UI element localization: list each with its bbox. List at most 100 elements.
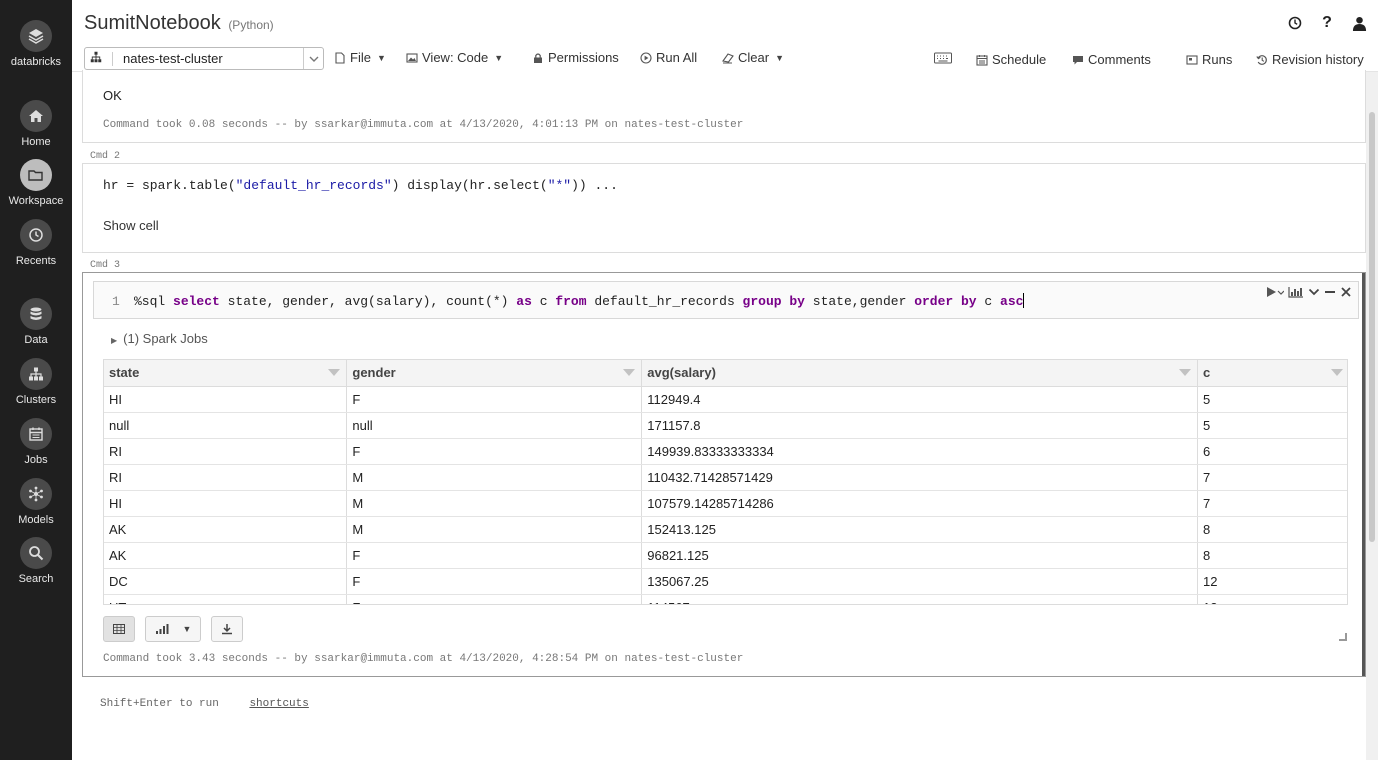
table-cell: 149939.83333333334 [641, 438, 1199, 465]
caret-down-icon[interactable]: ▼ [183, 624, 192, 634]
clusters-icon [20, 358, 52, 390]
play-circle-icon [640, 51, 652, 64]
table-cell: M [346, 490, 643, 517]
line-number: 1 [112, 294, 120, 309]
table-cell: 5 [1197, 412, 1347, 439]
table-cell: 8 [1197, 542, 1347, 569]
table-cell: RI [104, 438, 348, 465]
code-fragment: c [976, 294, 1001, 309]
header-icons: ? [1286, 14, 1368, 32]
download-icon [222, 624, 232, 635]
code-fragment: ) display(hr.select( [391, 178, 548, 193]
table-view-button[interactable] [103, 616, 135, 642]
run-all-button[interactable]: Run All [640, 50, 697, 65]
table-cell: 6 [1197, 438, 1347, 465]
sidebar-item-home[interactable]: Home [0, 100, 72, 148]
chevron-down-icon[interactable] [303, 48, 323, 69]
divider [112, 51, 113, 66]
page-scrollbar[interactable] [1366, 72, 1378, 760]
view-menu-label: View: Code [422, 50, 489, 65]
notebook-header: SumitNotebook (Python) ? nates-test-clus… [72, 0, 1378, 72]
file-menu[interactable]: File ▼ [334, 50, 386, 65]
table-row: AK M 152413.125 8 [104, 516, 1347, 543]
cell-actions [1266, 286, 1352, 302]
revision-history-label: Revision history [1272, 52, 1364, 67]
command-took: Command took 0.08 seconds -- by ssarkar@… [103, 119, 744, 131]
table-row: HI F 112949.4 5 [104, 386, 1347, 413]
sort-caret-icon[interactable] [1179, 369, 1192, 376]
keyboard-icon [934, 52, 952, 67]
command-cell-1[interactable]: OK Command took 0.08 seconds -- by ssark… [82, 70, 1366, 143]
sidebar-item-label: Recents [15, 255, 57, 267]
resize-handle-icon[interactable] [1339, 633, 1347, 641]
sidebar-item-workspace[interactable]: Workspace [0, 159, 72, 207]
sql-code[interactable]: %sql select state, gender, avg(salary), … [134, 293, 1025, 309]
table-row: RI M 110432.71428571429 7 [104, 464, 1347, 491]
cluster-selector[interactable]: nates-test-cluster [84, 47, 324, 70]
keyboard-shortcuts-button[interactable] [934, 52, 952, 67]
scrollbar-thumb[interactable] [1369, 112, 1375, 542]
run-cell-icon[interactable] [1266, 286, 1285, 302]
column-header-avg-salary[interactable]: avg(salary) [641, 360, 1199, 387]
shortcuts-link[interactable]: shortcuts [249, 698, 308, 710]
help-icon[interactable]: ? [1318, 14, 1336, 32]
revision-history-button[interactable]: Revision history [1256, 52, 1364, 67]
clock-icon [20, 219, 52, 251]
clear-menu-label: Clear [738, 50, 770, 65]
download-button[interactable] [211, 616, 243, 642]
cmd-label: Cmd 3 [90, 260, 121, 271]
table-cell: 12 [1197, 594, 1347, 604]
command-cell-2[interactable]: hr = spark.table("default_hr_records") d… [82, 163, 1366, 253]
code-fragment: c [531, 294, 556, 309]
sidebar-item-search[interactable]: Search [0, 537, 72, 585]
column-header-c[interactable]: c [1197, 360, 1347, 387]
notebook-title[interactable]: SumitNotebook (Python) [84, 12, 274, 35]
sort-caret-icon[interactable] [1330, 369, 1343, 376]
table-cell: F [346, 568, 643, 595]
chart-icon[interactable] [1288, 286, 1304, 302]
sidebar-item-clusters[interactable]: Clusters [0, 358, 72, 406]
table-icon [113, 624, 125, 634]
home-icon [20, 100, 52, 132]
table-cell: 152413.125 [641, 516, 1199, 543]
chart-view-button[interactable]: ▼ [145, 616, 201, 642]
table-cell: AK [104, 542, 348, 569]
result-view-buttons: ▼ [103, 616, 243, 642]
show-cell-link[interactable]: Show cell [103, 218, 159, 233]
clear-menu[interactable]: Clear ▼ [722, 50, 784, 65]
comments-button[interactable]: Comments [1072, 52, 1151, 67]
eraser-icon [722, 52, 734, 63]
table-cell: AK [104, 516, 348, 543]
table-cell: F [346, 542, 643, 569]
close-icon[interactable] [1340, 286, 1352, 302]
table-cell: RI [104, 464, 348, 491]
column-header-state[interactable]: state [104, 360, 348, 387]
table-row: AK F 96821.125 8 [104, 542, 1347, 569]
table-row: null null 171157.8 5 [104, 412, 1347, 439]
sidebar-item-data[interactable]: Data [0, 298, 72, 346]
command-took: Command took 3.43 seconds -- by ssarkar@… [103, 653, 744, 665]
column-header-gender[interactable]: gender [346, 360, 643, 387]
sidebar-item-recents[interactable]: Recents [0, 219, 72, 267]
results-table[interactable]: state gender avg(salary) c HI F 112949.4 5 … [103, 359, 1348, 605]
sidebar-item-label: Home [21, 136, 51, 148]
user-icon[interactable] [1350, 14, 1368, 32]
minimize-icon[interactable] [1324, 286, 1336, 302]
clock-icon[interactable] [1286, 14, 1304, 32]
view-menu[interactable]: View: Code ▼ [406, 50, 503, 65]
table-cell: HI [104, 386, 348, 413]
databricks-logo[interactable]: databricks [0, 20, 72, 68]
sidebar-item-models[interactable]: Models [0, 478, 72, 526]
permissions-button[interactable]: Permissions [532, 50, 619, 65]
command-cell-3[interactable]: 1 %sql select state, gender, avg(salary)… [82, 272, 1366, 677]
sidebar-item-jobs[interactable]: Jobs [0, 418, 72, 466]
notebook-name[interactable]: SumitNotebook [84, 12, 221, 34]
spark-jobs-toggle[interactable]: ▶ (1) Spark Jobs [111, 331, 208, 346]
chevron-down-icon[interactable] [1308, 286, 1320, 302]
sort-caret-icon[interactable] [328, 369, 341, 376]
schedule-button[interactable]: Schedule [976, 52, 1046, 67]
sort-caret-icon[interactable] [623, 369, 636, 376]
comments-label: Comments [1088, 52, 1151, 67]
runs-button[interactable]: Runs [1186, 52, 1232, 67]
code-editor[interactable]: 1 %sql select state, gender, avg(salary)… [93, 281, 1359, 319]
